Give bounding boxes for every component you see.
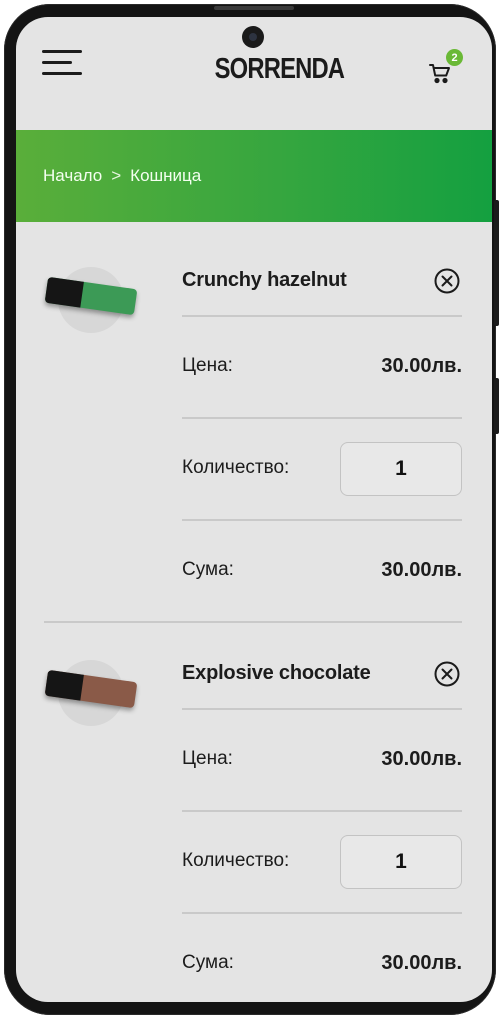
price-row: Цена: 30.00лв. <box>182 315 462 419</box>
screen: SORRENDA 2 Начало > Кошница Crunchy haze… <box>16 17 492 1002</box>
phone-frame: SORRENDA 2 Начало > Кошница Crunchy haze… <box>4 4 499 1015</box>
product-name[interactable]: Explosive chocolate <box>182 662 371 685</box>
breadcrumb: Начало > Кошница <box>16 130 492 222</box>
price-value: 30.00лв. <box>381 355 462 377</box>
phone-top-edge <box>214 6 294 10</box>
quantity-label: Количество: <box>182 850 290 871</box>
total-row: Сума: 30.00лв. <box>182 912 462 1002</box>
price-label: Цена: <box>182 748 233 769</box>
front-camera <box>242 26 264 48</box>
quantity-input[interactable]: 1 <box>340 835 462 889</box>
product-image[interactable] <box>44 660 140 730</box>
quantity-label: Количество: <box>182 457 290 478</box>
chevron-right-icon: > <box>111 166 122 185</box>
total-label: Сума: <box>182 952 234 973</box>
volume-button <box>494 200 499 326</box>
power-button <box>494 378 499 434</box>
breadcrumb-current: Кошница <box>130 166 202 185</box>
quantity-input[interactable]: 1 <box>340 442 462 496</box>
cart-button[interactable]: 2 <box>428 49 464 85</box>
total-value: 30.00лв. <box>381 952 462 974</box>
quantity-row: Количество: 1 <box>182 417 462 521</box>
product-name[interactable]: Crunchy hazelnut <box>182 269 347 292</box>
price-row: Цена: 30.00лв. <box>182 708 462 812</box>
total-value: 30.00лв. <box>381 559 462 581</box>
close-circle-icon[interactable] <box>434 661 460 687</box>
product-image[interactable] <box>44 267 140 337</box>
total-label: Сума: <box>182 559 234 580</box>
cart-icon <box>429 64 450 84</box>
price-label: Цена: <box>182 355 233 376</box>
logo[interactable]: SORRENDA <box>215 53 345 86</box>
price-value: 30.00лв. <box>381 748 462 770</box>
quantity-row: Количество: 1 <box>182 810 462 914</box>
hamburger-icon[interactable] <box>42 50 82 76</box>
breadcrumb-home[interactable]: Начало <box>43 166 102 186</box>
total-row: Сума: 30.00лв. <box>182 519 462 623</box>
item-divider <box>44 621 462 623</box>
cart-count-badge: 2 <box>446 49 463 66</box>
close-circle-icon[interactable] <box>434 268 460 294</box>
